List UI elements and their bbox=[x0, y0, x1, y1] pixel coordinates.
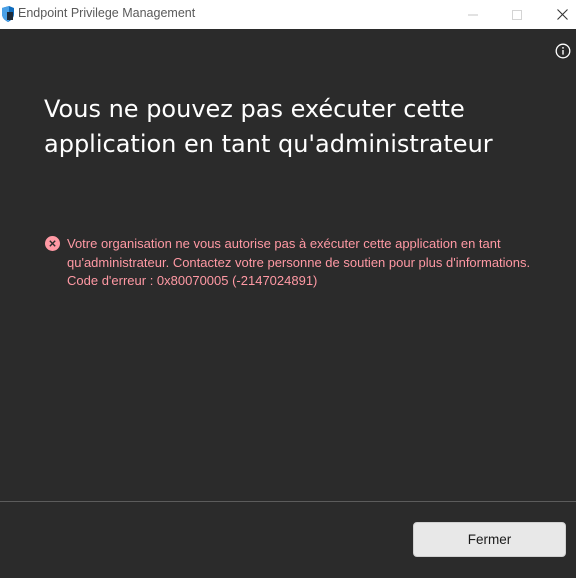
close-window-button[interactable] bbox=[542, 0, 576, 29]
info-icon[interactable] bbox=[555, 43, 571, 59]
fermer-button[interactable]: Fermer bbox=[413, 522, 566, 557]
page-title: Vous ne pouvez pas exécuter cette applic… bbox=[44, 95, 493, 158]
minimize-icon bbox=[468, 14, 478, 15]
shield-app-icon bbox=[2, 6, 14, 22]
minimize-button[interactable] bbox=[453, 0, 493, 29]
error-message: Votre organisation ne vous autorise pas … bbox=[67, 236, 531, 288]
error-icon bbox=[45, 236, 60, 251]
maximize-button[interactable] bbox=[497, 0, 537, 29]
maximize-icon bbox=[512, 9, 522, 20]
close-icon bbox=[556, 9, 568, 20]
footer-divider bbox=[0, 501, 576, 502]
title-bar[interactable]: Endpoint Privilege Management bbox=[0, 0, 576, 29]
window-title: Endpoint Privilege Management bbox=[18, 6, 196, 20]
app-window: Endpoint Privilege Management Vous ne po… bbox=[0, 0, 576, 578]
